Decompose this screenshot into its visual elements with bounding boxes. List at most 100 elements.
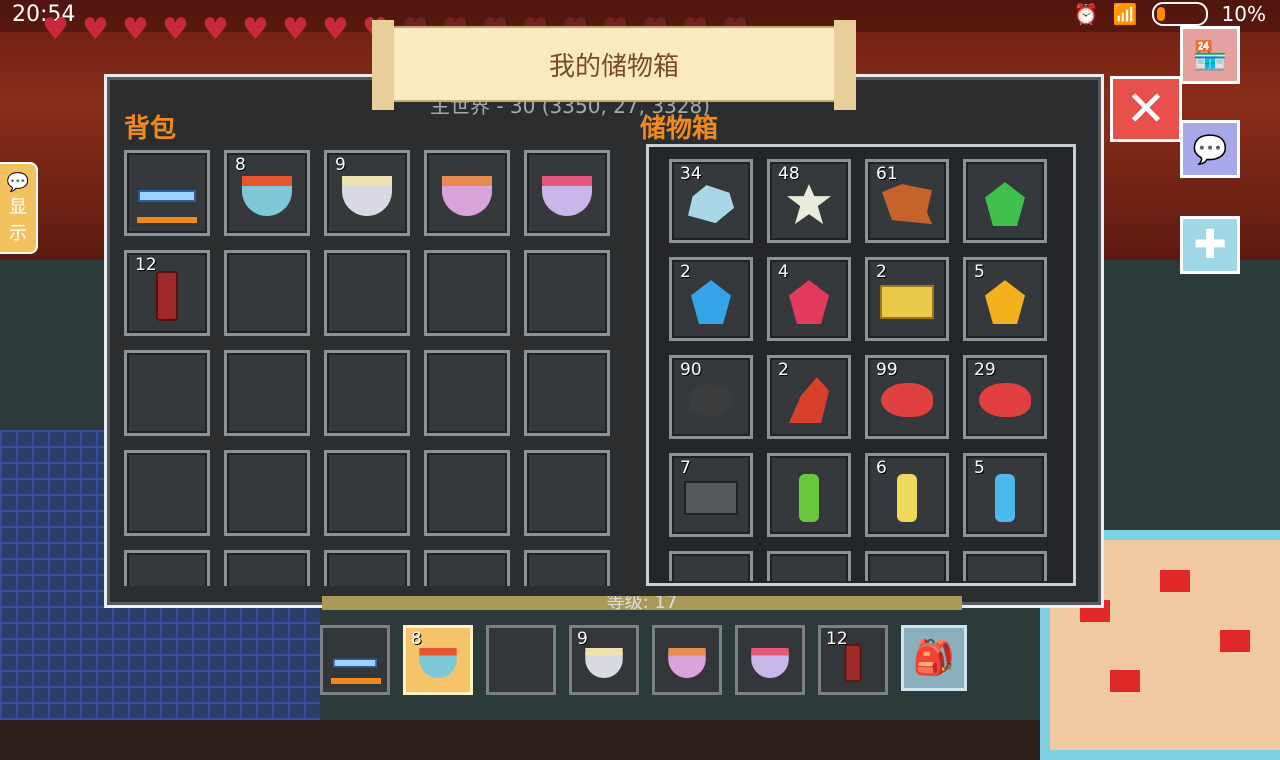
bag-slot[interactable]: 12	[124, 250, 210, 336]
side-display-tab[interactable]: 💬 显 示	[0, 162, 38, 254]
heart-full-icon: ♥	[42, 12, 69, 47]
item-count: 61	[876, 164, 898, 184]
level-bar: 等级: 17	[322, 596, 962, 610]
gem-red-item-icon	[789, 280, 829, 325]
bag-slot[interactable]	[324, 450, 410, 536]
heart-full-icon: ♥	[202, 12, 229, 47]
item-count: 4	[778, 262, 789, 282]
bowl-white-item-icon	[585, 648, 623, 679]
chest-slot[interactable]: 2	[767, 355, 851, 439]
alarm-icon: ⏰	[1073, 2, 1099, 26]
chest-slot[interactable]	[767, 453, 851, 537]
scroll-yellow-item-icon	[897, 474, 917, 523]
leather-item-icon	[882, 184, 932, 225]
backpack-title: 背包	[124, 114, 177, 144]
bowl-lilac-item-icon	[751, 648, 789, 679]
gem-blue-item-icon	[691, 280, 731, 325]
hotbar: 8 9 12 🎒	[320, 625, 967, 695]
bag-slot[interactable]	[324, 550, 410, 586]
bag-slot[interactable]	[324, 350, 410, 436]
bag-slot[interactable]	[424, 550, 510, 586]
ingot-item-icon	[880, 285, 934, 320]
bag-slot[interactable]	[524, 350, 610, 436]
item-count: 9	[335, 155, 346, 175]
chest-slot[interactable]: 6	[865, 453, 949, 537]
rock-item-icon	[688, 185, 734, 224]
chest-slot[interactable]: 34	[669, 159, 753, 243]
heart-full-icon: ♥	[282, 12, 309, 47]
chest-slot[interactable]	[767, 551, 851, 581]
hotbar-slot[interactable]	[320, 625, 390, 695]
item-count: 90	[680, 360, 702, 380]
shop-icon: 🏪	[1192, 38, 1228, 72]
chest-slot[interactable]: 2	[865, 257, 949, 341]
chest-slot[interactable]: 5	[963, 257, 1047, 341]
bag-slot[interactable]	[224, 250, 310, 336]
chest-slot[interactable]	[963, 551, 1047, 581]
chest-slot[interactable]: 4	[767, 257, 851, 341]
bag-slot[interactable]	[524, 250, 610, 336]
backpack-button[interactable]: 🎒	[901, 625, 967, 691]
bag-slot[interactable]	[424, 250, 510, 336]
chest-slot[interactable]: 29	[963, 355, 1047, 439]
bag-slot[interactable]	[124, 350, 210, 436]
bowl-white-item-icon	[342, 176, 392, 217]
bag-slot[interactable]	[424, 350, 510, 436]
chat-icon: 💬	[1192, 132, 1228, 166]
wing-item-icon	[789, 377, 829, 424]
item-count: 99	[876, 360, 898, 380]
close-button[interactable]: ✕	[1110, 76, 1182, 142]
chest-slot[interactable]: 61	[865, 159, 949, 243]
bag-slot[interactable]	[424, 150, 510, 236]
chest-slot[interactable]: 7	[669, 453, 753, 537]
item-count: 12	[135, 255, 157, 275]
chest-slot[interactable]: 48	[767, 159, 851, 243]
sword-item-icon	[138, 190, 196, 203]
chat-button[interactable]: 💬	[1180, 120, 1240, 178]
backpack-grid: 8 9 12	[124, 150, 616, 586]
bag-slot[interactable]: 9	[324, 150, 410, 236]
chest-slot[interactable]	[865, 551, 949, 581]
bag-slot[interactable]	[324, 250, 410, 336]
chest-slot[interactable]	[963, 159, 1047, 243]
hotbar-slot[interactable]	[652, 625, 722, 695]
item-count: 5	[974, 262, 985, 282]
bag-slot[interactable]	[224, 550, 310, 586]
bag-slot[interactable]	[124, 450, 210, 536]
bowl-pink-item-icon	[668, 648, 706, 679]
item-count: 7	[680, 458, 691, 478]
hotbar-slot[interactable]	[735, 625, 805, 695]
add-button[interactable]: ✚	[1180, 216, 1240, 274]
chest-slot[interactable]: 99	[865, 355, 949, 439]
bag-slot[interactable]	[224, 450, 310, 536]
bowl-lilac-item-icon	[542, 176, 592, 217]
bag-slot[interactable]	[124, 150, 210, 236]
banner-right-ribbon	[834, 20, 856, 110]
chest-slot[interactable]: 5	[963, 453, 1047, 537]
hotbar-slot[interactable]: 12	[818, 625, 888, 695]
bowl-pink-item-icon	[442, 176, 492, 217]
bag-slot[interactable]	[524, 550, 610, 586]
bag-slot[interactable]	[424, 450, 510, 536]
gem-green-item-icon	[985, 182, 1025, 227]
hotbar-slot[interactable]	[486, 625, 556, 695]
item-count: 48	[778, 164, 800, 184]
side-tab-char-1: 显	[9, 196, 27, 218]
bag-slot[interactable]	[124, 550, 210, 586]
chat-bubble-icon: 💬	[6, 171, 30, 193]
bottle-item-icon	[156, 271, 178, 322]
item-count: 2	[876, 262, 887, 282]
hotbar-slot[interactable]: 8	[403, 625, 473, 695]
bag-slot[interactable]: 8	[224, 150, 310, 236]
hotbar-slot[interactable]: 9	[569, 625, 639, 695]
scroll-blue-item-icon	[995, 474, 1015, 523]
heart-full-icon: ♥	[82, 12, 109, 47]
item-count: 12	[826, 629, 848, 649]
chest-slot[interactable]	[669, 551, 753, 581]
bag-slot[interactable]	[524, 150, 610, 236]
chest-slot[interactable]: 90	[669, 355, 753, 439]
bag-slot[interactable]	[524, 450, 610, 536]
chest-slot[interactable]: 2	[669, 257, 753, 341]
shop-button[interactable]: 🏪	[1180, 26, 1240, 84]
bag-slot[interactable]	[224, 350, 310, 436]
